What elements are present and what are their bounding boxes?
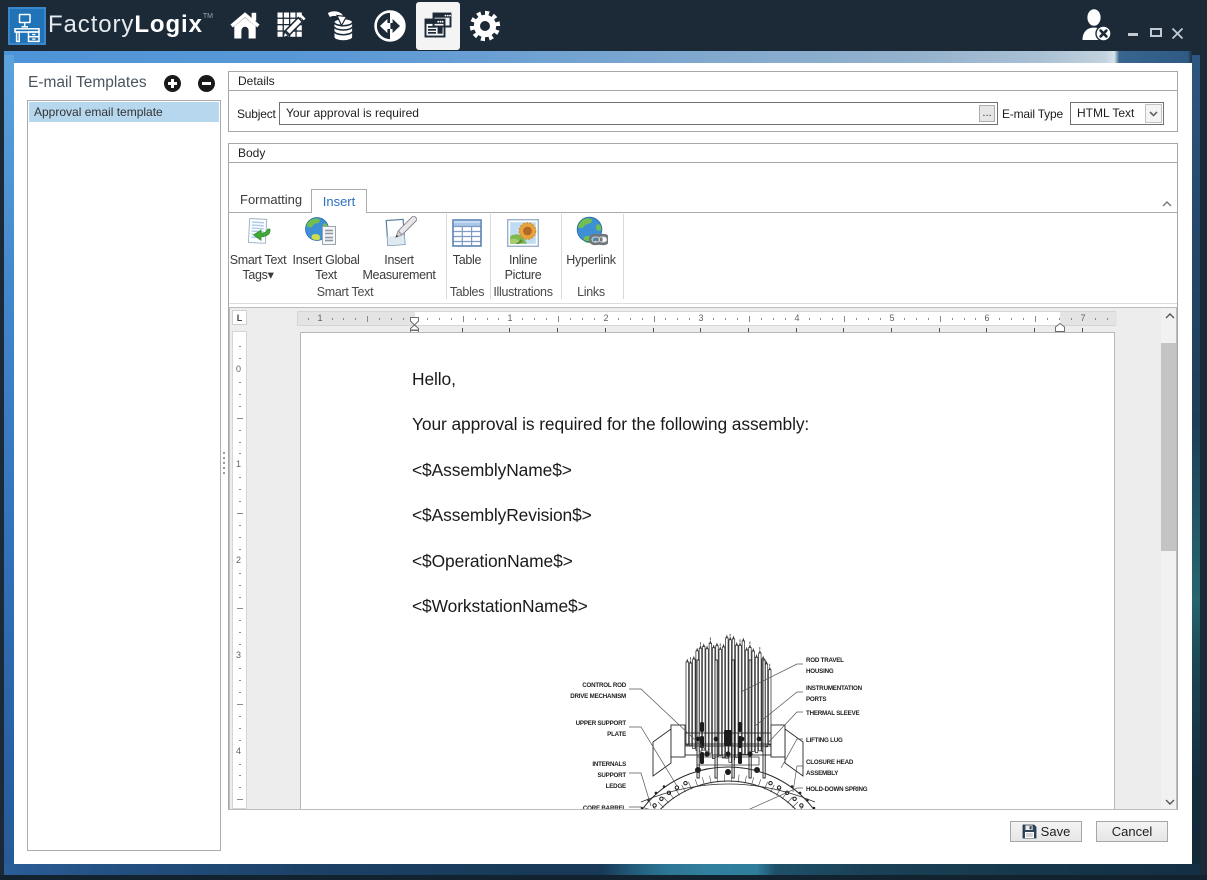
svg-text:PLATE: PLATE: [607, 731, 626, 738]
svg-text:DRIVE MECHANISM: DRIVE MECHANISM: [570, 693, 626, 700]
svg-text:ROD TRAVEL: ROD TRAVEL: [806, 657, 844, 664]
svg-text:UPPER SUPPORT: UPPER SUPPORT: [576, 720, 627, 727]
svg-text:CORE BARREL: CORE BARREL: [583, 805, 627, 810]
svg-text:INTERNALS: INTERNALS: [592, 761, 626, 768]
svg-text:CONTROL ROD: CONTROL ROD: [582, 682, 626, 689]
svg-text:LEDGE: LEDGE: [606, 783, 626, 790]
svg-text:HOLD-DOWN SPRING: HOLD-DOWN SPRING: [806, 786, 868, 793]
svg-text:ASSEMBLY: ASSEMBLY: [806, 770, 839, 777]
svg-text:PORTS: PORTS: [806, 696, 826, 703]
svg-text:LIFTING LUG: LIFTING LUG: [806, 737, 843, 744]
svg-text:THERMAL SLEEVE: THERMAL SLEEVE: [806, 710, 860, 717]
svg-text:INSTRUMENTATION: INSTRUMENTATION: [806, 685, 863, 692]
svg-text:SUPPORT: SUPPORT: [597, 772, 626, 779]
svg-text:CLOSURE HEAD: CLOSURE HEAD: [806, 759, 854, 766]
svg-text:HOUSING: HOUSING: [806, 668, 834, 675]
